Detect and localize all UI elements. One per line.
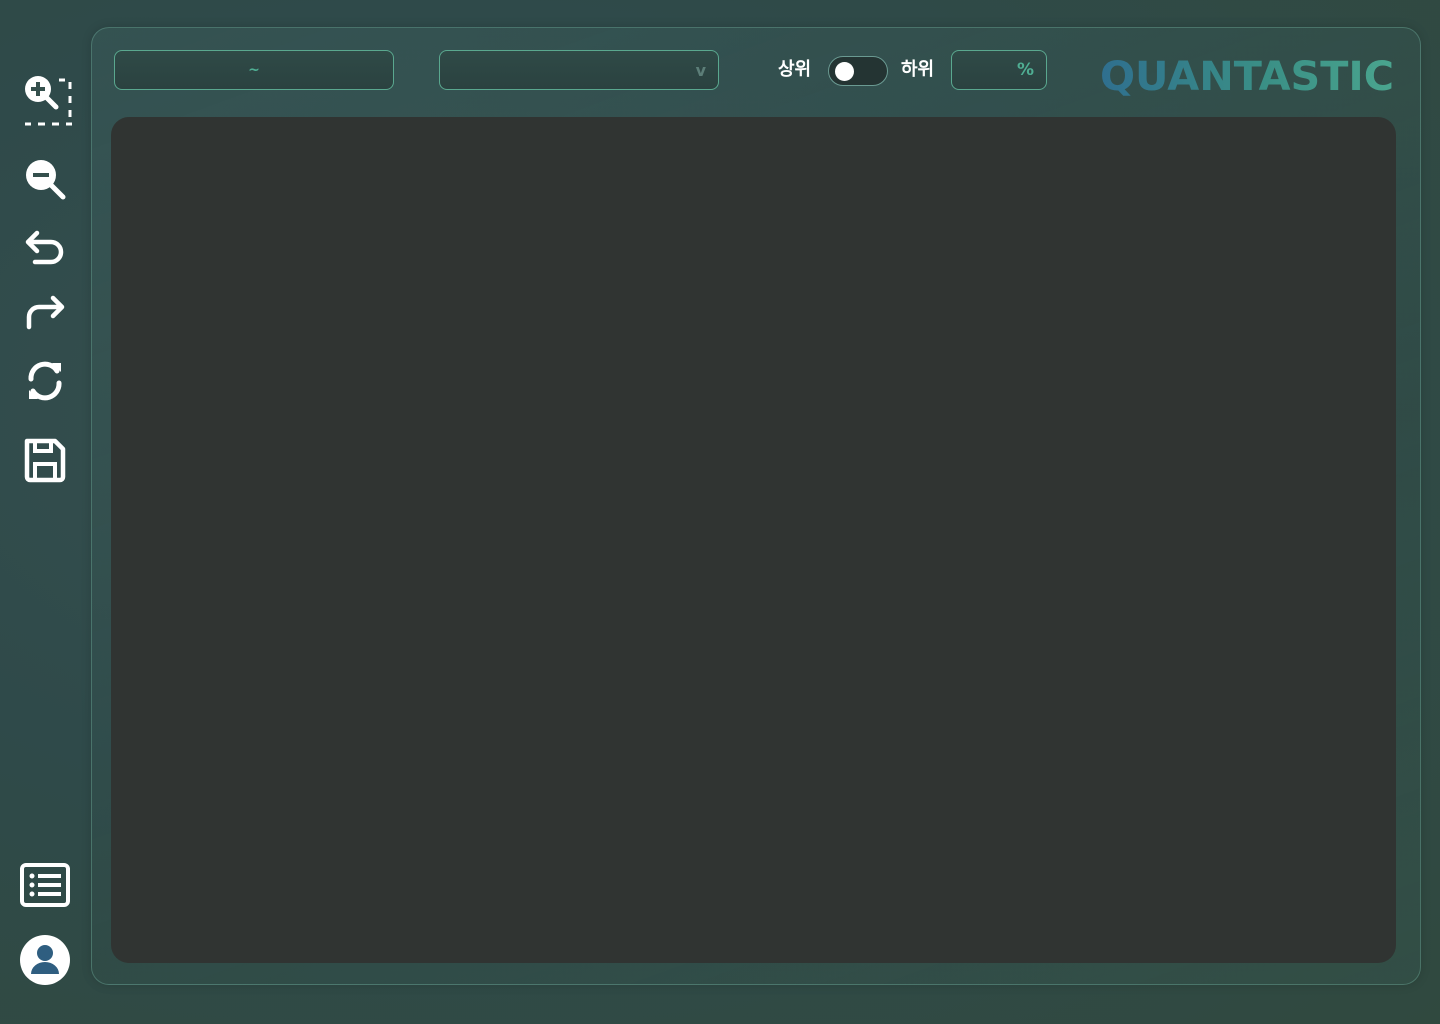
- date-range-input[interactable]: ~: [114, 50, 394, 90]
- chevron-down-icon: v: [695, 60, 706, 80]
- filter-dropdown[interactable]: v: [439, 50, 719, 90]
- percent-unit: %: [1016, 60, 1034, 80]
- refresh-icon: [28, 361, 62, 401]
- zoom-in-selection-icon: [25, 76, 72, 126]
- main-panel: ~ v 상위 하위 % QUANTASTIC: [91, 27, 1421, 985]
- sidebar: [0, 0, 90, 1024]
- save-icon: [24, 438, 66, 483]
- save-button[interactable]: [15, 432, 75, 488]
- upper-lower-toggle[interactable]: [828, 56, 888, 86]
- redo-button[interactable]: [15, 285, 75, 341]
- zoom-in-selection-button[interactable]: [15, 72, 75, 128]
- refresh-button[interactable]: [15, 353, 75, 409]
- list-icon: [20, 863, 70, 907]
- brand-logo: QUANTASTIC: [1100, 54, 1394, 100]
- zoom-out-icon: [26, 160, 66, 200]
- chart-area[interactable]: [111, 117, 1396, 963]
- undo-button[interactable]: [15, 220, 75, 276]
- zoom-out-button[interactable]: [15, 151, 75, 207]
- undo-icon: [25, 230, 64, 265]
- toggle-knob: [835, 62, 854, 81]
- redo-icon: [26, 295, 65, 330]
- user-icon: [20, 935, 70, 985]
- date-range-separator: ~: [248, 62, 260, 78]
- user-button[interactable]: [15, 932, 75, 988]
- percent-input[interactable]: %: [951, 50, 1047, 90]
- toggle-label-upper: 상위: [778, 59, 812, 80]
- logo-text: QUANTASTIC: [1100, 54, 1394, 100]
- list-button[interactable]: [15, 857, 75, 913]
- toggle-label-lower: 하위: [901, 59, 935, 80]
